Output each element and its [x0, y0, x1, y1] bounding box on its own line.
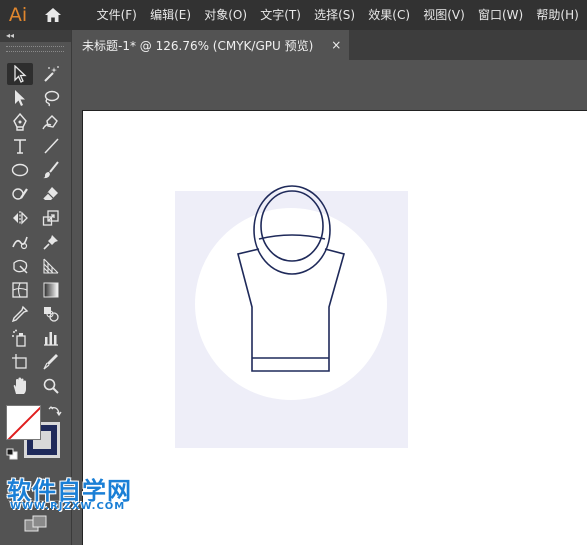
reflect-tool[interactable] — [7, 207, 33, 229]
canvas-area[interactable] — [72, 60, 587, 545]
eraser-tool[interactable] — [38, 183, 64, 205]
zoom-magnifier-icon — [43, 378, 59, 394]
menu-items: 文件(F) 编辑(E) 对象(O) 文字(T) 选择(S) 效果(C) 视图(V… — [90, 0, 585, 30]
ellipse-tool[interactable] — [7, 159, 33, 181]
screen-mode-icon[interactable] — [24, 515, 48, 533]
artboard[interactable] — [82, 110, 587, 545]
direct-selection-arrow-icon — [15, 90, 25, 106]
curvature-tool[interactable] — [38, 111, 64, 133]
none-slash-icon — [7, 406, 40, 439]
artboard-icon — [12, 354, 27, 369]
menu-file[interactable]: 文件(F) — [90, 0, 143, 30]
tab-close-icon[interactable]: × — [331, 38, 341, 52]
puppet-warp-tool[interactable] — [38, 231, 64, 253]
column-graph-tool[interactable] — [38, 327, 64, 349]
eyedropper-tool[interactable] — [7, 303, 33, 325]
symbol-sprayer-icon — [12, 329, 26, 347]
free-transform-icon — [13, 259, 28, 274]
menu-view[interactable]: 视图(V) — [417, 0, 472, 30]
gradient-icon — [43, 282, 59, 298]
lasso-tool[interactable] — [38, 87, 64, 109]
type-tool[interactable] — [7, 135, 33, 157]
column-graph-icon — [44, 332, 58, 346]
hand-tool[interactable] — [7, 375, 33, 397]
watermark-url: WWW.RJZXW.COM — [10, 501, 126, 512]
menu-type[interactable]: 文字(T) — [254, 0, 308, 30]
lasso-icon — [44, 90, 60, 107]
symbol-sprayer-tool[interactable] — [7, 327, 33, 349]
ellipse-icon — [11, 163, 29, 177]
line-segment-icon — [44, 138, 59, 154]
menu-select[interactable]: 选择(S) — [308, 0, 362, 30]
artboard-tool[interactable] — [7, 351, 33, 373]
eraser-icon — [42, 187, 58, 200]
warp-tool[interactable] — [7, 231, 33, 253]
pen-tool[interactable] — [7, 111, 33, 133]
panel-grip[interactable] — [6, 46, 64, 52]
eyedropper-icon — [11, 305, 29, 323]
perspective-grid-icon — [43, 258, 59, 274]
pin-icon — [43, 235, 58, 250]
selection-tool[interactable] — [7, 63, 33, 85]
swap-fill-stroke-icon[interactable] — [48, 403, 62, 417]
menu-window[interactable]: 窗口(W) — [471, 0, 529, 30]
menu-effect[interactable]: 效果(C) — [362, 0, 417, 30]
scale-tool[interactable] — [38, 207, 64, 229]
hand-icon — [13, 377, 26, 394]
magic-wand-icon — [44, 66, 59, 82]
gradient-tool[interactable] — [38, 279, 64, 301]
illustrator-window: Ai 文件(F) 编辑(E) 对象(O) 文字(T) 选择(S) 效果(C) 视… — [0, 0, 587, 545]
paintbrush-icon — [43, 161, 59, 179]
shaper-tool[interactable] — [7, 183, 33, 205]
slice-knife-icon — [43, 354, 58, 370]
menu-edit[interactable]: 编辑(E) — [143, 0, 197, 30]
app-logo: Ai — [8, 4, 28, 26]
reflect-icon — [13, 211, 28, 225]
shaper-icon — [12, 188, 28, 200]
warp-icon — [12, 236, 28, 250]
pen-icon — [13, 113, 27, 131]
mesh-tool[interactable] — [7, 279, 33, 301]
scale-icon — [42, 210, 59, 226]
fill-swatch[interactable] — [6, 405, 41, 440]
selection-arrow-icon — [14, 65, 27, 83]
line-segment-tool[interactable] — [38, 135, 64, 157]
menu-bar: Ai 文件(F) 编辑(E) 对象(O) 文字(T) 选择(S) 效果(C) 视… — [0, 0, 587, 30]
document-tab-title: 未标题-1* @ 126.76% (CMYK/GPU 预览) — [82, 38, 314, 53]
type-t-icon — [14, 139, 26, 154]
collapse-panel-button[interactable]: ◂◂ — [0, 30, 71, 42]
artwork — [175, 185, 408, 448]
home-icon[interactable] — [36, 0, 70, 30]
paintbrush-tool[interactable] — [38, 159, 64, 181]
menu-help[interactable]: 帮助(H) — [530, 0, 586, 30]
zoom-tool[interactable] — [38, 375, 64, 397]
blend-tool[interactable] — [38, 303, 64, 325]
curvature-icon — [42, 115, 58, 130]
perspective-grid-tool[interactable] — [38, 255, 64, 277]
document-tab-bar: 未标题-1* @ 126.76% (CMYK/GPU 预览) × — [72, 30, 587, 60]
tools-panel: ◂◂ — [0, 30, 72, 545]
blend-icon — [44, 307, 59, 322]
document-tab[interactable]: 未标题-1* @ 126.76% (CMYK/GPU 预览) × — [72, 30, 349, 60]
magic-wand-tool[interactable] — [38, 63, 64, 85]
menu-object[interactable]: 对象(O) — [198, 0, 254, 30]
default-fill-stroke-icon[interactable] — [6, 445, 18, 460]
direct-selection-tool[interactable] — [7, 87, 33, 109]
mesh-icon — [12, 282, 28, 298]
slice-tool[interactable] — [38, 351, 64, 373]
free-transform-tool[interactable] — [7, 255, 33, 277]
